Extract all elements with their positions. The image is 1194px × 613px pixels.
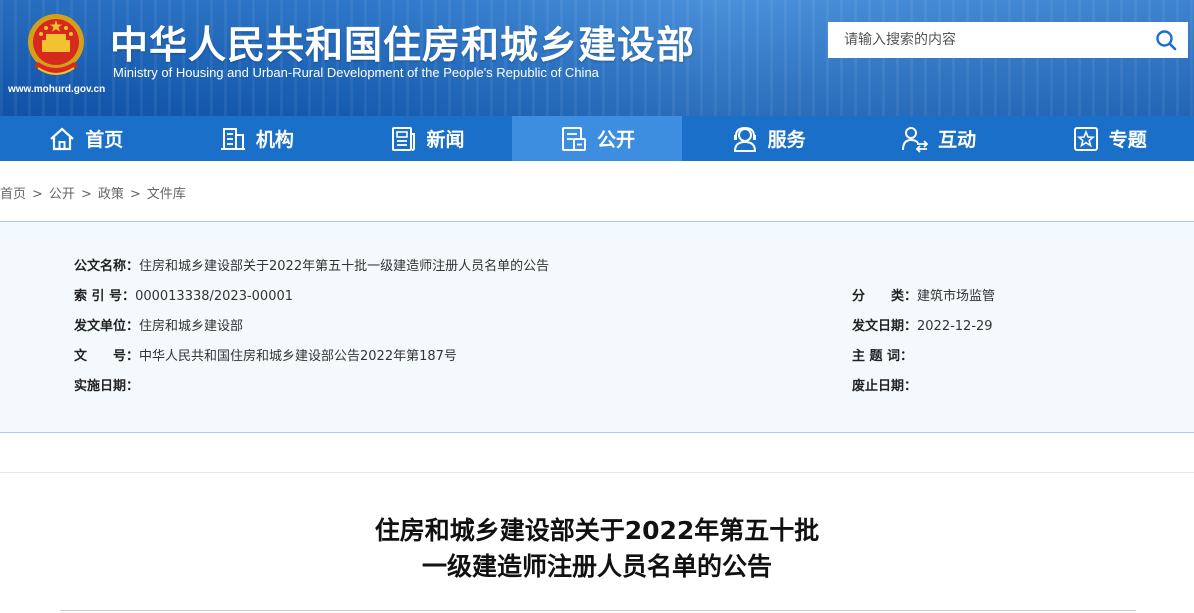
search-icon	[1156, 30, 1177, 51]
nav-label: 服务	[767, 129, 806, 151]
nav-item-public[interactable]: 公开	[511, 116, 683, 161]
breadcrumb-policy[interactable]: 政策	[98, 187, 124, 202]
info-label: 公文名称：	[74, 259, 140, 274]
search-button[interactable]	[1144, 22, 1188, 58]
info-category: 分 类：建筑市场监管	[852, 285, 995, 304]
info-issuer: 发文单位：住房和城乡建设部	[74, 315, 243, 334]
document-info-panel: 公文名称：住房和城乡建设部关于2022年第五十批一级建造师注册人员名单的公告 索…	[0, 221, 1194, 433]
site-title: 中华人民共和国住房和城乡建设部	[110, 23, 696, 67]
nav-item-news[interactable]: 新闻	[341, 116, 512, 161]
home-icon	[47, 124, 77, 154]
search-box	[828, 22, 1188, 58]
breadcrumb-separator: >	[32, 187, 43, 202]
service-person-icon	[730, 124, 760, 154]
info-index-number: 索 引 号：000013338/2023-00001	[74, 285, 293, 304]
breadcrumb-home[interactable]: 首页	[0, 187, 26, 202]
article-title: 住房和城乡建设部关于2022年第五十批 一级建造师注册人员名单的公告	[0, 513, 1194, 585]
info-label: 主 题 词：	[852, 349, 914, 364]
breadcrumb-separator: >	[129, 187, 141, 202]
search-input[interactable]	[828, 22, 1144, 58]
nav-item-organization[interactable]: 机构	[171, 116, 342, 161]
star-topic-icon	[1071, 124, 1101, 154]
info-value: 2022-12-29	[917, 319, 993, 334]
breadcrumb: 首页 > 公开 > 政策 > 文件库	[0, 183, 186, 202]
info-value: 000013338/2023-00001	[135, 289, 294, 304]
info-label: 废止日期：	[852, 379, 918, 394]
info-label: 文 号：	[74, 349, 140, 364]
info-doc-name: 公文名称：住房和城乡建设部关于2022年第五十批一级建造师注册人员名单的公告	[74, 255, 549, 274]
nav-item-home[interactable]: 首页	[0, 116, 171, 161]
nav-label: 公开	[597, 129, 636, 151]
title-divider	[60, 610, 1136, 611]
info-label: 分 类：	[852, 289, 918, 304]
info-value: 住房和城乡建设部	[139, 319, 244, 334]
breadcrumb-public[interactable]: 公开	[49, 187, 75, 202]
national-emblem-icon	[28, 14, 84, 75]
public-info-icon	[559, 124, 589, 154]
nav-item-interaction[interactable]: 互动	[853, 116, 1024, 161]
info-value: 住房和城乡建设部关于2022年第五十批一级建造师注册人员名单的公告	[139, 259, 550, 274]
nav-label: 专题	[1108, 129, 1147, 151]
nav-item-topic[interactable]: 专题	[1023, 116, 1194, 161]
interaction-icon	[900, 124, 930, 154]
info-keywords: 主 题 词：	[852, 345, 913, 364]
info-document-number: 文 号：中华人民共和国住房和城乡建设部公告2022年第187号	[74, 345, 457, 364]
building-icon	[218, 124, 248, 154]
info-label: 发文单位：	[74, 319, 140, 334]
breadcrumb-file-library[interactable]: 文件库	[147, 187, 186, 202]
info-issue-date: 发文日期：2022-12-29	[852, 315, 993, 334]
info-label: 发文日期：	[852, 319, 918, 334]
section-divider	[0, 472, 1194, 473]
breadcrumb-separator: >	[80, 187, 92, 202]
nav-label: 新闻	[426, 129, 465, 151]
info-effective-date: 实施日期：	[74, 375, 139, 394]
nav-label: 机构	[255, 129, 294, 151]
main-nav: 首页 机构 新闻 公开 服务 互动 专题	[0, 116, 1194, 161]
nav-label: 首页	[85, 129, 124, 151]
site-subtitle: Ministry of Housing and Urban-Rural Deve…	[113, 65, 599, 80]
newspaper-icon	[388, 124, 418, 154]
nav-item-service[interactable]: 服务	[682, 116, 853, 161]
site-url[interactable]: www.mohurd.gov.cn	[8, 84, 105, 95]
site-header: www.mohurd.gov.cn 中华人民共和国住房和城乡建设部 Minist…	[0, 0, 1194, 116]
info-label: 实施日期：	[74, 379, 140, 394]
info-label: 索 引 号：	[74, 289, 136, 304]
info-value: 中华人民共和国住房和城乡建设部公告2022年第187号	[139, 349, 457, 364]
article-title-line-2: 一级建造师注册人员名单的公告	[421, 552, 772, 581]
info-expiry-date: 废止日期：	[852, 375, 917, 394]
info-value: 建筑市场监管	[917, 289, 996, 304]
article-title-line-1: 住房和城乡建设部关于2022年第五十批	[374, 516, 820, 545]
nav-label: 互动	[938, 129, 977, 151]
